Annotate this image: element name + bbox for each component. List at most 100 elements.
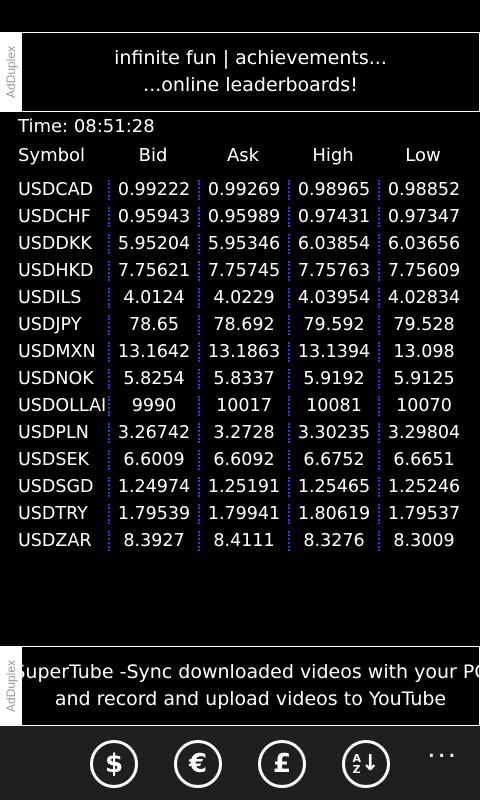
cell-high: 10081 (288, 395, 378, 416)
cell-ask: 13.1863 (198, 341, 288, 362)
sort-az-icon: A Z ↓ (352, 751, 380, 776)
cell-high: 8.3276 (288, 530, 378, 551)
cell-ask: 3.2728 (198, 422, 288, 443)
cell-low: 10070 (378, 395, 468, 416)
cell-bid: 5.8254 (108, 368, 198, 389)
table-row[interactable]: USDJPY 78.65 78.692 79.592 79.528 (18, 311, 480, 338)
table-row[interactable]: USDZAR 8.3927 8.4111 8.3276 8.3009 (18, 527, 480, 554)
cell-low: 6.6651 (378, 449, 468, 470)
cell-bid: 78.65 (108, 314, 198, 335)
header-symbol[interactable]: Symbol (18, 145, 108, 166)
ad-content[interactable]: infinite fun | achievements... ...online… (22, 33, 479, 111)
cell-bid: 5.95204 (108, 233, 198, 254)
cell-ask: 5.8337 (198, 368, 288, 389)
cell-high: 4.03954 (288, 287, 378, 308)
cell-bid: 0.99222 (108, 179, 198, 200)
cell-high: 1.25465 (288, 476, 378, 497)
cell-bid: 0.95943 (108, 206, 198, 227)
ad-line-1: SuperTube -Sync downloaded videos with y… (22, 661, 479, 683)
table-row[interactable]: USDSGD 1.24974 1.25191 1.25465 1.25246 (18, 473, 480, 500)
table-row[interactable]: USDCAD 0.99222 0.99269 0.98965 0.98852 (18, 176, 480, 203)
euro-button[interactable]: € (174, 740, 222, 788)
header-bid[interactable]: Bid (108, 145, 198, 166)
pound-button[interactable]: £ (258, 740, 306, 788)
cell-symbol: USDCAD (18, 179, 94, 200)
table-row[interactable]: USDSEK 6.6009 6.6092 6.6752 6.6651 (18, 446, 480, 473)
cell-low: 1.79537 (378, 503, 468, 524)
cell-symbol: USDMXN (18, 341, 96, 362)
cell-ask: 8.4111 (198, 530, 288, 551)
cell-low: 6.03656 (378, 233, 468, 254)
cell-ask: 1.79941 (198, 503, 288, 524)
euro-icon: € (188, 749, 208, 779)
cell-ask: 0.99269 (198, 179, 288, 200)
cell-high: 6.6752 (288, 449, 378, 470)
dollar-icon: $ (104, 749, 124, 779)
cell-high: 6.03854 (288, 233, 378, 254)
cell-symbol: USDDKK (18, 233, 92, 254)
header-high[interactable]: High (288, 145, 378, 166)
header-low[interactable]: Low (378, 145, 468, 166)
cell-symbol: USDOLLAI (18, 395, 107, 416)
sort-button[interactable]: A Z ↓ (342, 740, 390, 788)
ad-line-2: ...online leaderboards! (143, 74, 358, 96)
cell-ask: 4.0229 (198, 287, 288, 308)
cell-ask: 7.75745 (198, 260, 288, 281)
ad-line-2: and record and upload videos to YouTube (54, 688, 447, 710)
table-row[interactable]: USDDKK 5.95204 5.95346 6.03854 6.03656 (18, 230, 480, 257)
cell-symbol: USDNOK (18, 368, 94, 389)
ad-line-1: infinite fun | achievements... (114, 47, 387, 69)
cell-bid: 8.3927 (108, 530, 198, 551)
cell-high: 13.1394 (288, 341, 378, 362)
table-row[interactable]: USDPLN 3.26742 3.2728 3.30235 3.29804 (18, 419, 480, 446)
table-row[interactable]: USDHKD 7.75621 7.75745 7.75763 7.75609 (18, 257, 480, 284)
cell-symbol: USDILS (18, 287, 82, 308)
cell-low: 0.97347 (378, 206, 468, 227)
cell-symbol: USDPLN (18, 422, 89, 443)
cell-ask: 5.95346 (198, 233, 288, 254)
cell-ask: 1.25191 (198, 476, 288, 497)
cell-low: 13.098 (378, 341, 468, 362)
ad-banner-top[interactable]: AdDuplex infinite fun | achievements... … (0, 32, 480, 112)
header-ask[interactable]: Ask (198, 145, 288, 166)
dollar-button[interactable]: $ (90, 740, 138, 788)
cell-low: 5.9125 (378, 368, 468, 389)
ad-banner-bottom[interactable]: AdDuplex SuperTube -Sync downloaded vide… (0, 646, 480, 726)
app-bar: $ € £ A Z ↓ ... (0, 726, 480, 800)
cell-symbol: USDHKD (18, 260, 94, 281)
cell-bid: 9990 (108, 395, 198, 416)
table-header: Symbol Bid Ask High Low (18, 142, 480, 168)
cell-symbol: USDSEK (18, 449, 90, 470)
cell-high: 0.97431 (288, 206, 378, 227)
cell-bid: 4.0124 (108, 287, 198, 308)
cell-high: 0.98965 (288, 179, 378, 200)
cell-symbol: USDTRY (18, 503, 88, 524)
cell-high: 1.80619 (288, 503, 378, 524)
table-row[interactable]: USDCHF 0.95943 0.95989 0.97431 0.97347 (18, 203, 480, 230)
table-row[interactable]: USDTRY 1.79539 1.79941 1.80619 1.79537 (18, 500, 480, 527)
cell-ask: 78.692 (198, 314, 288, 335)
cell-ask: 0.95989 (198, 206, 288, 227)
table-row[interactable]: USDOLLAI 9990 10017 10081 10070 (18, 392, 480, 419)
ad-label: AdDuplex (0, 32, 22, 112)
cell-symbol: USDSGD (18, 476, 94, 497)
table-row[interactable]: USDNOK 5.8254 5.8337 5.9192 5.9125 (18, 365, 480, 392)
quotes-table: Symbol Bid Ask High Low USDCAD 0.99222 0.9… (18, 142, 480, 554)
table-row[interactable]: USDMXN 13.1642 13.1863 13.1394 13.098 (18, 338, 480, 365)
cell-bid: 7.75621 (108, 260, 198, 281)
cell-low: 7.75609 (378, 260, 468, 281)
cell-bid: 6.6009 (108, 449, 198, 470)
cell-low: 8.3009 (378, 530, 468, 551)
ad-content[interactable]: SuperTube -Sync downloaded videos with y… (22, 647, 479, 725)
cell-symbol: USDCHF (18, 206, 91, 227)
cell-high: 5.9192 (288, 368, 378, 389)
more-menu-button[interactable]: ... (427, 734, 458, 764)
table-row[interactable]: USDILS 4.0124 4.0229 4.03954 4.02834 (18, 284, 480, 311)
cell-high: 7.75763 (288, 260, 378, 281)
pound-icon: £ (272, 749, 292, 779)
cell-symbol: USDJPY (18, 314, 82, 335)
cell-bid: 13.1642 (108, 341, 198, 362)
cell-ask: 10017 (198, 395, 288, 416)
cell-low: 0.98852 (378, 179, 468, 200)
cell-high: 79.592 (288, 314, 378, 335)
